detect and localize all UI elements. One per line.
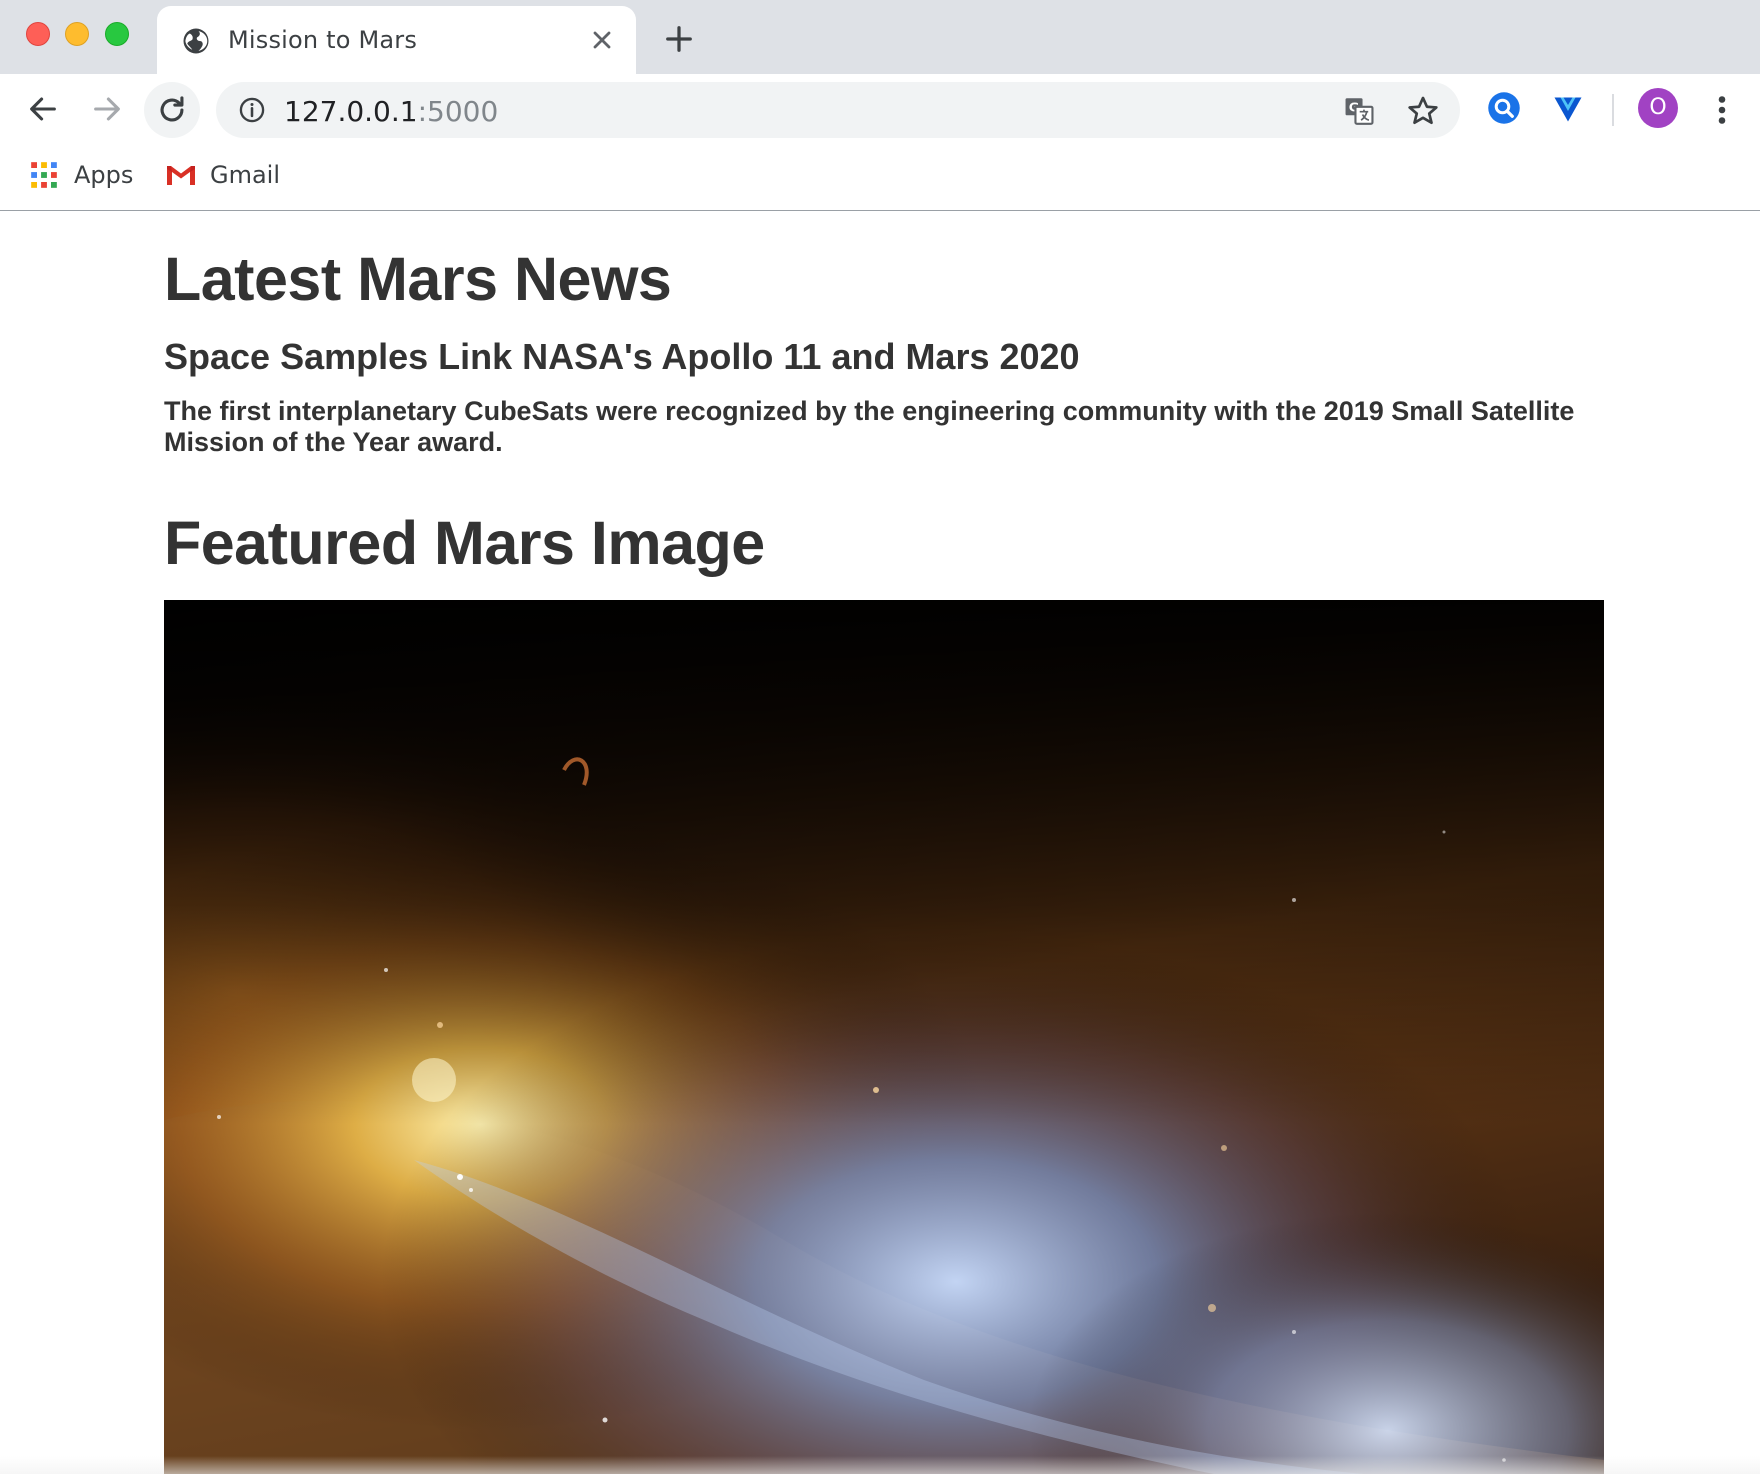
translate-icon[interactable]: G: [1342, 94, 1376, 128]
bookmark-apps[interactable]: Apps: [30, 158, 133, 192]
window-minimize-button[interactable]: [65, 22, 89, 46]
url-host: 127.0.0.1: [284, 95, 418, 128]
tab-title: Mission to Mars: [228, 26, 418, 54]
browser-toolbar: 127.0.0.1:5000 G O: [0, 74, 1760, 144]
nebula-space-photo: [164, 600, 1604, 1474]
reload-button[interactable]: [144, 82, 200, 138]
gmail-icon: [166, 164, 196, 186]
news-headline: Space Samples Link NASA's Apollo 11 and …: [164, 336, 1080, 377]
page-viewport: Latest Mars News Space Samples Link NASA…: [0, 212, 1760, 1474]
bookmarks-bar: Apps Gmail: [0, 144, 1760, 211]
close-icon[interactable]: [588, 26, 616, 54]
forward-arrow-icon[interactable]: [90, 92, 124, 126]
bookmark-star-icon[interactable]: [1406, 94, 1440, 128]
back-arrow-icon[interactable]: [26, 92, 60, 126]
window-close-button[interactable]: [26, 22, 50, 46]
address-bar[interactable]: 127.0.0.1:5000 G: [216, 82, 1460, 138]
new-tab-plus-icon[interactable]: [664, 24, 694, 54]
featured-mars-image: [164, 600, 1604, 1474]
url-port: :5000: [417, 95, 499, 128]
tab-strip: Mission to Mars: [0, 0, 1760, 74]
reload-icon: [160, 96, 184, 122]
site-info-icon[interactable]: [238, 96, 266, 124]
vpn-extension-icon[interactable]: [1550, 90, 1586, 126]
profile-avatar[interactable]: O: [1638, 88, 1678, 128]
news-teaser: The first interplanetary CubeSats were r…: [164, 396, 1575, 457]
window-maximize-button[interactable]: [105, 22, 129, 46]
tab-active[interactable]: Mission to Mars: [157, 6, 636, 74]
toolbar-divider: [1612, 94, 1614, 126]
more-menu-icon[interactable]: [1712, 92, 1732, 128]
bookmark-gmail[interactable]: Gmail: [166, 158, 280, 192]
news-section-title: Latest Mars News: [164, 245, 672, 313]
bookmark-label-apps: Apps: [74, 161, 134, 189]
apps-grid-icon: [31, 162, 57, 188]
search-extension-icon[interactable]: [1486, 90, 1522, 126]
globe-icon: [183, 28, 209, 54]
url-text[interactable]: 127.0.0.1:5000: [284, 95, 498, 128]
featured-section-title: Featured Mars Image: [164, 509, 765, 577]
bookmark-label-gmail: Gmail: [210, 161, 281, 189]
